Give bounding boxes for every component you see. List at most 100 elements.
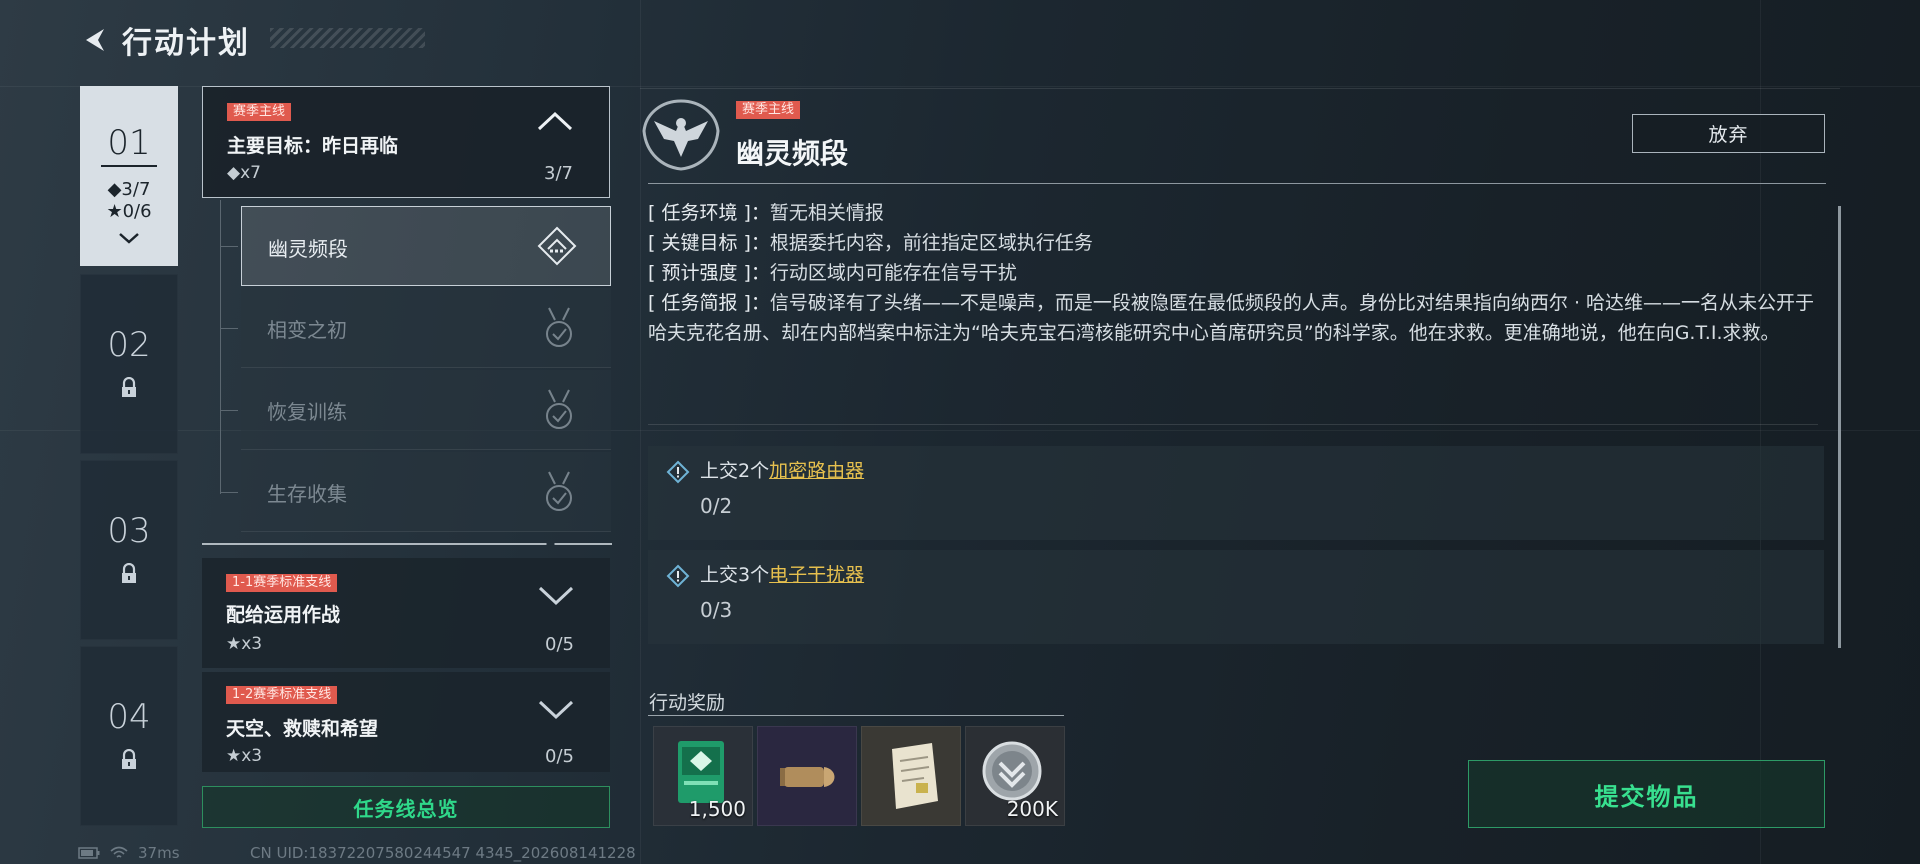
reward-bullet[interactable]: [757, 726, 857, 826]
quest-title: 配给运用作战: [226, 604, 341, 626]
eagle-emblem-icon: [642, 99, 720, 171]
chapter-star-progress: ★0/6: [106, 201, 152, 222]
info-value: 行动区域内可能存在信号干扰: [769, 262, 1017, 284]
chapter-tab-03[interactable]: 03: [80, 460, 178, 640]
subtask-survival-collection[interactable]: 生存收集: [241, 452, 611, 532]
info-row: [ 任务简报 ]：信号破译有了头绪——不是噪声，而是一段被隐匿在最低频段的人声。…: [648, 288, 1818, 348]
chevron-down-icon: [119, 233, 139, 244]
reward-qty: 200K: [1006, 797, 1058, 821]
subtask-label: 相变之初: [267, 318, 347, 342]
quest-reward: ★x3: [226, 634, 263, 654]
subtask-label: 幽灵频段: [268, 237, 348, 261]
quest-reward: ★x3: [226, 746, 263, 766]
info-value: 根据委托内容，前往指定区域执行任务: [769, 232, 1093, 254]
tree-tick: [220, 246, 238, 247]
medal-check-icon: [546, 389, 572, 429]
list-separator: [202, 543, 612, 545]
objective-item-link[interactable]: 加密路由器: [769, 460, 864, 482]
chapter-tab-04[interactable]: 04: [80, 646, 178, 826]
objective-item-link[interactable]: 电子干扰器: [769, 564, 864, 586]
reward-title: 行动奖励: [649, 692, 726, 714]
subtask-ghost-band[interactable]: 幽灵频段: [241, 206, 611, 286]
document-icon: [892, 743, 938, 809]
diamond-objective-icon: [537, 226, 577, 266]
detail-title: 幽灵频段: [736, 137, 849, 170]
subtask-label: 生存收集: [267, 482, 347, 506]
chevron-up-icon[interactable]: [535, 109, 575, 133]
tree-connector: [220, 200, 221, 494]
reward-green-card[interactable]: 1,500: [653, 726, 753, 826]
objective-text: 上交2个加密路由器: [700, 456, 864, 483]
status-bar: 37ms: [78, 844, 180, 862]
lock-icon: [122, 749, 136, 769]
quest-progress: 3/7: [544, 163, 573, 184]
info-key: [ 任务环境 ]：: [648, 202, 770, 224]
subtask-phase-change[interactable]: 相变之初: [241, 288, 611, 368]
tree-tick: [220, 492, 238, 493]
quest-tag: 1-2赛季标准支线: [226, 686, 338, 704]
detail-scrollbar[interactable]: [1838, 206, 1841, 648]
objective-text: 上交3个电子干扰器: [700, 560, 864, 587]
chapter-tab-02[interactable]: 02: [80, 274, 178, 454]
info-row: [ 预计强度 ]：行动区域内可能存在信号干扰: [648, 258, 1818, 288]
quest-tag: 1-1赛季标准支线: [226, 574, 338, 592]
page-title: 行动计划: [122, 26, 250, 61]
chapter-number: 03: [107, 511, 151, 551]
chevron-down-icon[interactable]: [536, 698, 576, 722]
info-value: 信号破译有了头绪——不是噪声，而是一段被隐匿在最低频段的人声。身份比对结果指向纳…: [648, 292, 1815, 344]
alert-diamond-icon: [666, 564, 690, 588]
tree-tick: [220, 328, 238, 329]
wifi-icon: [110, 846, 128, 858]
chapter-number: 01: [101, 123, 157, 167]
subtask-label: 恢复训练: [267, 400, 347, 424]
objective-count: 0/3: [700, 598, 733, 622]
info-row: [ 任务环境 ]：暂无相关情报: [648, 198, 1818, 228]
info-key: [ 预计强度 ]：: [648, 262, 770, 284]
chapter-tab-01[interactable]: 01 ◆3/7 ★0/6: [80, 86, 178, 266]
quest-tag: 赛季主线: [227, 103, 292, 121]
quest-title: 天空、救赎和希望: [226, 718, 379, 740]
alert-diamond-icon: [666, 460, 690, 484]
main-quest-card[interactable]: 赛季主线 主要目标：昨日再临 ◆x7 3/7: [202, 86, 610, 198]
reward-document[interactable]: [861, 726, 961, 826]
info-key: [ 任务简报 ]：: [648, 292, 770, 314]
chapter-number: 04: [107, 697, 151, 737]
info-value: 暂无相关情报: [769, 202, 884, 224]
medal-check-icon: [546, 471, 572, 511]
tree-tick: [220, 410, 238, 411]
side-quest-card-2[interactable]: 1-2赛季标准支线 天空、救赎和希望 ★x3 0/5: [202, 672, 610, 772]
submit-items-button[interactable]: 提交物品: [1468, 760, 1825, 828]
chapter-diamond-progress: ◆3/7: [107, 179, 151, 200]
info-key: [ 关键目标 ]：: [648, 232, 770, 254]
lock-icon: [122, 377, 136, 397]
quest-title: 主要目标：昨日再临: [227, 135, 399, 157]
medal-check-icon: [546, 307, 572, 347]
chapter-number: 02: [107, 325, 151, 365]
info-row: [ 关键目标 ]：根据委托内容，前往指定区域执行任务: [648, 228, 1818, 258]
header: 行动计划: [78, 18, 250, 62]
lock-icon: [122, 563, 136, 583]
header-stripe-decoration: [270, 28, 425, 48]
subtask-recovery-training[interactable]: 恢复训练: [241, 370, 611, 450]
detail-separator: [648, 183, 1826, 184]
uid-text: CN UID:18372207580244547 4345_2026081412…: [250, 844, 636, 862]
reward-qty: 1,500: [688, 797, 746, 821]
detail-tag: 赛季主线: [736, 101, 801, 119]
chevron-down-icon[interactable]: [536, 584, 576, 608]
objective-prefix: 上交3个: [700, 564, 770, 586]
back-arrow-icon[interactable]: [78, 23, 112, 57]
bullet-icon: [780, 767, 835, 787]
objective-prefix: 上交2个: [700, 460, 770, 482]
detail-top-line: [640, 88, 1840, 89]
abandon-button[interactable]: 放弃: [1632, 114, 1825, 153]
reward-coin[interactable]: 200K: [965, 726, 1065, 826]
mission-info: [ 任务环境 ]：暂无相关情报 [ 关键目标 ]：根据委托内容，前往指定区域执行…: [648, 198, 1818, 348]
objective-row: 上交2个加密路由器 0/2: [648, 446, 1824, 540]
side-quest-card-1[interactable]: 1-1赛季标准支线 配给运用作战 ★x3 0/5: [202, 558, 610, 668]
ping-value: 37ms: [138, 844, 180, 862]
questline-overview-button[interactable]: 任务线总览: [202, 786, 610, 828]
quest-progress: 0/5: [545, 746, 574, 767]
detail-separator-2: [648, 424, 1818, 425]
objective-count: 0/2: [700, 494, 733, 518]
battery-icon: [78, 847, 100, 859]
